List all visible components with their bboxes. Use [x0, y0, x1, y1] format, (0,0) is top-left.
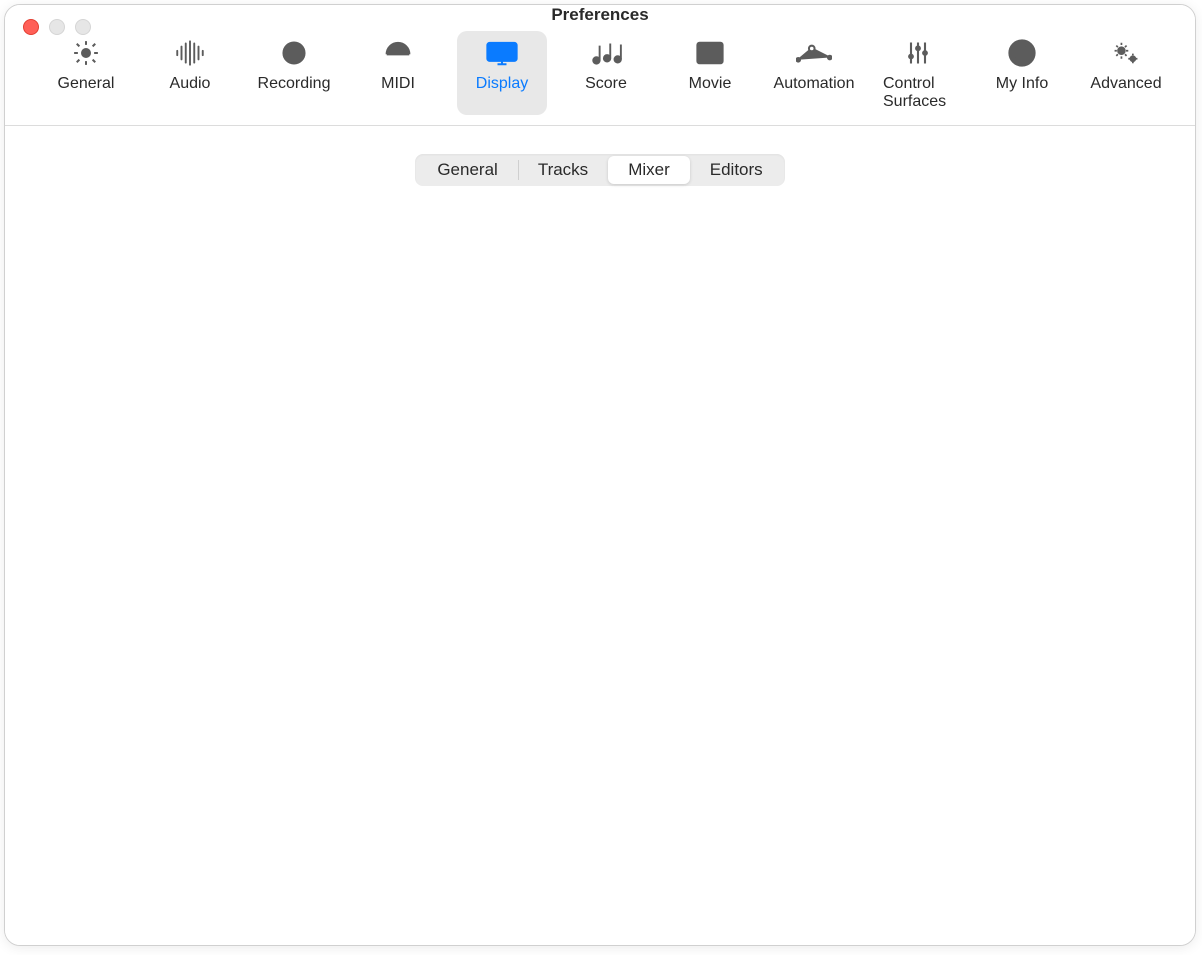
sliders-icon: [898, 37, 938, 69]
checkbox-show-recent-list[interactable]: [248, 284, 268, 304]
checkmark-icon: [251, 261, 265, 275]
display-subtabs: General Tracks Mixer Editors: [415, 154, 784, 186]
select-peak-hold-time[interactable]: 800 ms: [250, 386, 678, 418]
double-gear-icon: [1106, 37, 1146, 69]
titlebar: Preferences: [5, 5, 1195, 25]
row-peak-hold-time: Peak Hold Time: 800 ms: [78, 386, 1122, 418]
row-return-time: Return Time: IEC Type I (11.8 dB/s)—Reco…: [78, 432, 1122, 464]
toolbar-item-control-surfaces[interactable]: Control Surfaces: [873, 31, 963, 115]
close-button[interactable]: [23, 19, 39, 35]
checkbox-label: Open plug-in window on insertion: [278, 258, 529, 278]
subtab-general[interactable]: General: [417, 156, 517, 184]
checkbox-row-show-recent-list: Show recent plug-in list in plug-in menu: [248, 284, 1122, 304]
toolbar-item-label: Automation: [774, 75, 855, 93]
checkbox-row-open-on-insertion: Open plug-in window on insertion: [248, 258, 1122, 278]
toolbar-item-recording[interactable]: Recording: [249, 31, 339, 115]
subtab-mixer[interactable]: Mixer: [608, 156, 690, 184]
select-value: 800 ms: [263, 392, 319, 412]
label-peak-hold-time: Peak Hold Time:: [78, 392, 238, 412]
section-title-plugin-window: Plug-in Window: [78, 221, 1122, 242]
subtab-label: Mixer: [628, 160, 670, 179]
toolbar-item-label: General: [58, 75, 115, 93]
toolbar-item-audio[interactable]: Audio: [145, 31, 235, 115]
toolbar-item-label: Recording: [258, 75, 331, 93]
toolbar-item-label: My Info: [996, 75, 1048, 93]
select-value: Clockwise (Ls L C R Rs LFE): [263, 484, 482, 504]
select-value: IEC Type I (11.8 dB/s)—Recommended: [263, 438, 561, 458]
subtab-label: Editors: [710, 160, 763, 179]
automation-curve-icon: [794, 37, 834, 69]
subtab-editors[interactable]: Editors: [690, 156, 783, 184]
section-title-level-meters: Level Meters: [78, 349, 1122, 370]
toolbar-item-label: Score: [585, 75, 627, 93]
preferences-toolbar: General Audio Recording MIDI Display: [5, 25, 1195, 126]
waveform-icon: [170, 37, 210, 69]
select-return-time[interactable]: IEC Type I (11.8 dB/s)—Recommended: [250, 432, 678, 464]
display-icon: [482, 37, 522, 69]
toolbar-item-advanced[interactable]: Advanced: [1081, 31, 1171, 115]
toolbar-item-label: Display: [476, 75, 528, 93]
content-area: General Tracks Mixer Editors Plug-in Win…: [5, 126, 1195, 946]
zoom-button[interactable]: [75, 19, 91, 35]
user-circle-icon: [1002, 37, 1042, 69]
subtab-label: Tracks: [538, 160, 588, 179]
updown-stepper-icon: [653, 481, 675, 507]
window-controls: [23, 19, 91, 35]
toolbar-item-label: Audio: [170, 75, 211, 93]
film-icon: [690, 37, 730, 69]
label-channel-order: Channel Order:: [78, 484, 238, 504]
toolbar-item-movie[interactable]: Movie: [665, 31, 755, 115]
select-channel-order[interactable]: Clockwise (Ls L C R Rs LFE): [250, 478, 678, 510]
window-title: Preferences: [551, 5, 648, 25]
checkmark-icon: [251, 287, 265, 301]
updown-stepper-icon: [653, 389, 675, 415]
toolbar-item-midi[interactable]: MIDI: [353, 31, 443, 115]
settings-panel: Plug-in Window Open plug-in window on in…: [37, 168, 1163, 922]
midi-port-icon: [378, 37, 418, 69]
toolbar-item-score[interactable]: Score: [561, 31, 651, 115]
toolbar-item-label: MIDI: [381, 75, 415, 93]
music-notes-icon: [586, 37, 626, 69]
subtab-tracks[interactable]: Tracks: [518, 156, 608, 184]
checkbox-open-on-insertion[interactable]: [248, 258, 268, 278]
checkbox-label: Show recent plug-in list in plug-in menu: [278, 284, 575, 304]
toolbar-item-my-info[interactable]: My Info: [977, 31, 1067, 115]
gear-icon: [66, 37, 106, 69]
toolbar-item-label: Advanced: [1090, 75, 1161, 93]
minimize-button[interactable]: [49, 19, 65, 35]
toolbar-item-general[interactable]: General: [41, 31, 131, 115]
toolbar-item-display[interactable]: Display: [457, 31, 547, 115]
toolbar-item-label: Movie: [689, 75, 732, 93]
toolbar-item-label: Control Surfaces: [883, 75, 953, 111]
section-divider: [78, 328, 1122, 329]
toolbar-item-automation[interactable]: Automation: [769, 31, 859, 115]
updown-stepper-icon: [653, 435, 675, 461]
record-icon: [274, 37, 314, 69]
label-return-time: Return Time:: [78, 438, 238, 458]
preferences-window: Preferences General Audio Recording: [4, 4, 1196, 946]
row-channel-order: Channel Order: Clockwise (Ls L C R Rs LF…: [78, 478, 1122, 510]
subtab-label: General: [437, 160, 497, 179]
